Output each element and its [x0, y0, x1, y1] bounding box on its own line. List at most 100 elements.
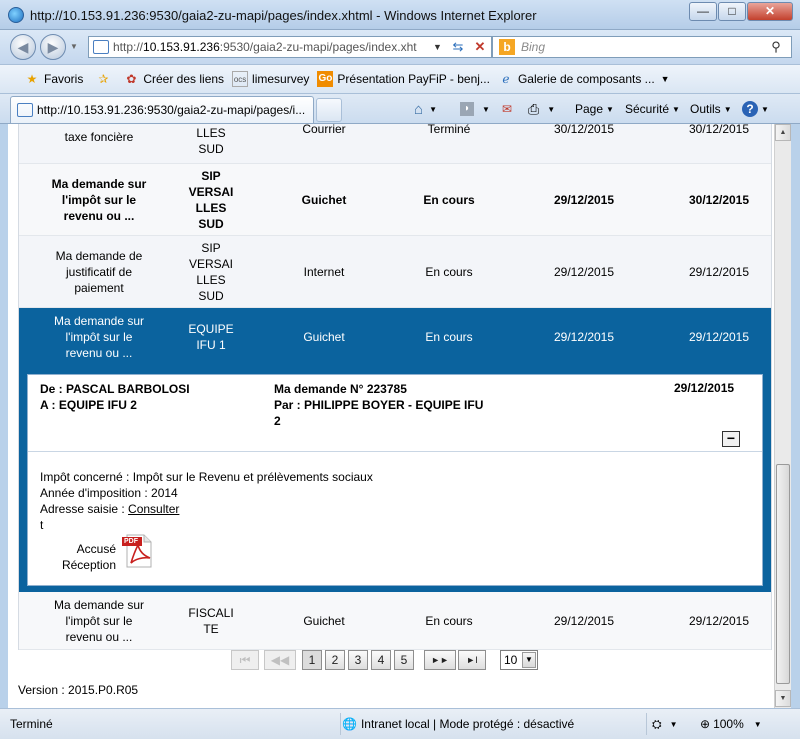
address-bar[interactable]: http://10.153.91.236:9530/gaia2-zu-mapi/… [88, 36, 492, 58]
page-button-3[interactable]: 3 [348, 650, 368, 670]
tools-menu[interactable]: Outils ▼ [690, 98, 732, 120]
new-tab-button[interactable] [316, 98, 342, 122]
cell-channel: Guichet [303, 614, 345, 628]
page-button-2[interactable]: 2 [325, 650, 345, 670]
tab-current[interactable]: http://10.153.91.236:9530/gaia2-zu-mapi/… [10, 96, 314, 123]
refresh-icon[interactable]: ⇆ [447, 39, 469, 55]
cell-channel: Internet [303, 265, 345, 279]
feeds-button[interactable]: ◗ ▼ [460, 98, 490, 120]
address-label: Adresse saisie : [40, 502, 125, 516]
address-input[interactable]: http://10.153.91.236:9530/gaia2-zu-mapi/… [113, 40, 433, 54]
cell-subject: Ma demande sur l'impôt sur le revenu ou ..… [53, 598, 145, 644]
zoom-control[interactable]: ⊕ 100% ▼ [700, 717, 762, 731]
vertical-scrollbar[interactable]: ▲ ▼ [774, 124, 791, 708]
first-page-button[interactable]: ⏮ [231, 650, 259, 670]
favorites-button[interactable]: ★ Favoris [24, 71, 84, 87]
globe-icon: 🌐 [342, 717, 357, 731]
page-icon [93, 40, 109, 54]
page-menu[interactable]: Page ▼ [575, 98, 614, 120]
page-size-select[interactable]: 10 ▼ [500, 650, 538, 670]
tax-year: Année d'imposition : 2014 [40, 486, 178, 500]
maximize-button[interactable]: □ [718, 2, 746, 21]
cell-service: SIP VERSAI LLES SUD [188, 241, 233, 303]
last-page-button[interactable]: ►I [458, 650, 486, 670]
tab-bar: http://10.153.91.236:9530/gaia2-zu-mapi/… [0, 94, 800, 124]
add-favorite-button[interactable]: ✰ [95, 71, 115, 87]
mail-button[interactable]: ✉ [502, 98, 512, 120]
consult-address-link[interactable]: Consulter [128, 502, 179, 516]
stop-icon[interactable]: ✕ [469, 39, 491, 55]
cell-service: LLES SUD [196, 126, 226, 156]
cell-date-updated: 29/12/2015 [688, 614, 750, 628]
cell-channel: Guichet [301, 193, 347, 207]
security-menu[interactable]: Sécurité ▼ [625, 98, 680, 120]
mail-icon: ✉ [502, 102, 513, 116]
help-icon: ? [742, 101, 758, 117]
search-input[interactable]: Bing [521, 40, 761, 54]
detail-request-info: Ma demande N° 223785 Par : PHILIPPE BOYE… [274, 382, 484, 428]
ie-page-icon: ℯ [502, 72, 510, 86]
security-zone[interactable]: 🌐 Intranet local | Mode protégé : désact… [342, 717, 574, 731]
home-icon: ⌂ [414, 100, 424, 118]
trailing-text: t [40, 518, 44, 532]
star-icon: ★ [26, 72, 38, 86]
cell-subject: Ma demande sur l'impôt sur le revenu ou ..… [51, 177, 147, 223]
cell-date-created: 29/12/2015 [553, 193, 615, 207]
fav-item-limesurvey[interactable]: ocs limesurvey [232, 71, 309, 87]
cell-date-updated: 29/12/2015 [688, 265, 750, 279]
cell-status: Terminé [427, 124, 471, 136]
chevron-down-icon: ▼ [753, 719, 762, 729]
protected-mode-button[interactable]: ⛭ ▼ [652, 717, 678, 732]
cell-subject: Ma demande sur l'impôt sur le revenu ou ..… [53, 314, 145, 360]
page-viewport: taxe foncière LLES SUD Courrier Terminé 3… [8, 124, 774, 708]
collapse-button[interactable]: − [722, 431, 740, 447]
favorites-bar: ★ Favoris ✰ ✿ Créer des liens ocs limesu… [0, 64, 800, 94]
cell-service: FISCALI TE [188, 606, 234, 636]
fav-item-payfip[interactable]: Go Présentation PayFiP - benj... [317, 71, 490, 87]
cell-date-created: 29/12/2015 [553, 330, 615, 344]
home-button[interactable]: ⌂ ▼ [414, 98, 437, 120]
cell-date-updated: 29/12/2015 [688, 330, 750, 344]
page-button-1[interactable]: 1 [302, 650, 322, 670]
help-menu[interactable]: ? ▼ [742, 98, 769, 120]
search-box[interactable]: b Bing ⚲ [492, 36, 792, 58]
chevron-down-icon: ▼ [761, 104, 769, 114]
zoom-icon: ⊕ [700, 717, 711, 731]
pdf-attachment-icon[interactable]: PDF [120, 533, 156, 569]
fav-item-creer-liens[interactable]: ✿ Créer des liens [123, 71, 224, 87]
address-dropdown-icon[interactable]: ▼ [433, 42, 447, 52]
fav-item-galerie[interactable]: ℯ Galerie de composants ... ▼ [498, 71, 669, 87]
limesurvey-icon: ocs [232, 71, 249, 87]
forward-button[interactable]: ▶ [40, 34, 66, 60]
minimize-button[interactable]: — [689, 2, 717, 21]
table-row[interactable]: Ma demande sur l'impôt sur le revenu ou ..… [19, 592, 771, 650]
page-button-5[interactable]: 5 [394, 650, 414, 670]
scroll-thumb[interactable] [776, 464, 790, 684]
link-site-icon: ✿ [126, 72, 137, 86]
previous-page-button[interactable]: ◀◀ [264, 650, 296, 670]
cell-subject: Ma demande de justificatif de paiement [55, 249, 143, 295]
attachment-label: Accusé Réception [61, 542, 116, 572]
search-icon[interactable]: ⚲ [761, 39, 791, 55]
table-row[interactable]: Ma demande sur l'impôt sur le revenu ou ..… [19, 164, 771, 236]
page-button-4[interactable]: 4 [371, 650, 391, 670]
chevron-down-icon: ▼ [482, 104, 490, 114]
table-row[interactable]: taxe foncière LLES SUD Courrier Terminé 3… [19, 124, 771, 164]
cell-date-updated: 30/12/2015 [688, 193, 750, 207]
ie-logo-icon [8, 7, 24, 23]
pagination: ⏮ ◀◀ 1 2 3 4 5 ►► ►I 10 ▼ [8, 650, 774, 680]
chevron-down-icon: ▼ [672, 104, 680, 114]
rss-icon: ◗ [460, 102, 474, 116]
history-dropdown-icon[interactable]: ▼ [70, 42, 78, 51]
scroll-up-button[interactable]: ▲ [775, 124, 791, 141]
print-button[interactable]: ⎙ ▼ [528, 98, 555, 120]
cell-channel: Guichet [303, 330, 345, 344]
next-page-button[interactable]: ►► [424, 650, 456, 670]
go-icon: Go [317, 71, 334, 87]
table-row-selected[interactable]: Ma demande sur l'impôt sur le revenu ou ..… [19, 308, 771, 366]
back-button[interactable]: ◀ [10, 34, 36, 60]
scroll-down-button[interactable]: ▼ [775, 690, 791, 707]
close-window-button[interactable]: ✕ [747, 2, 793, 21]
table-row[interactable]: Ma demande de justificatif de paiement SIP… [19, 236, 771, 308]
app-version: Version : 2015.P0.R05 [18, 683, 139, 697]
